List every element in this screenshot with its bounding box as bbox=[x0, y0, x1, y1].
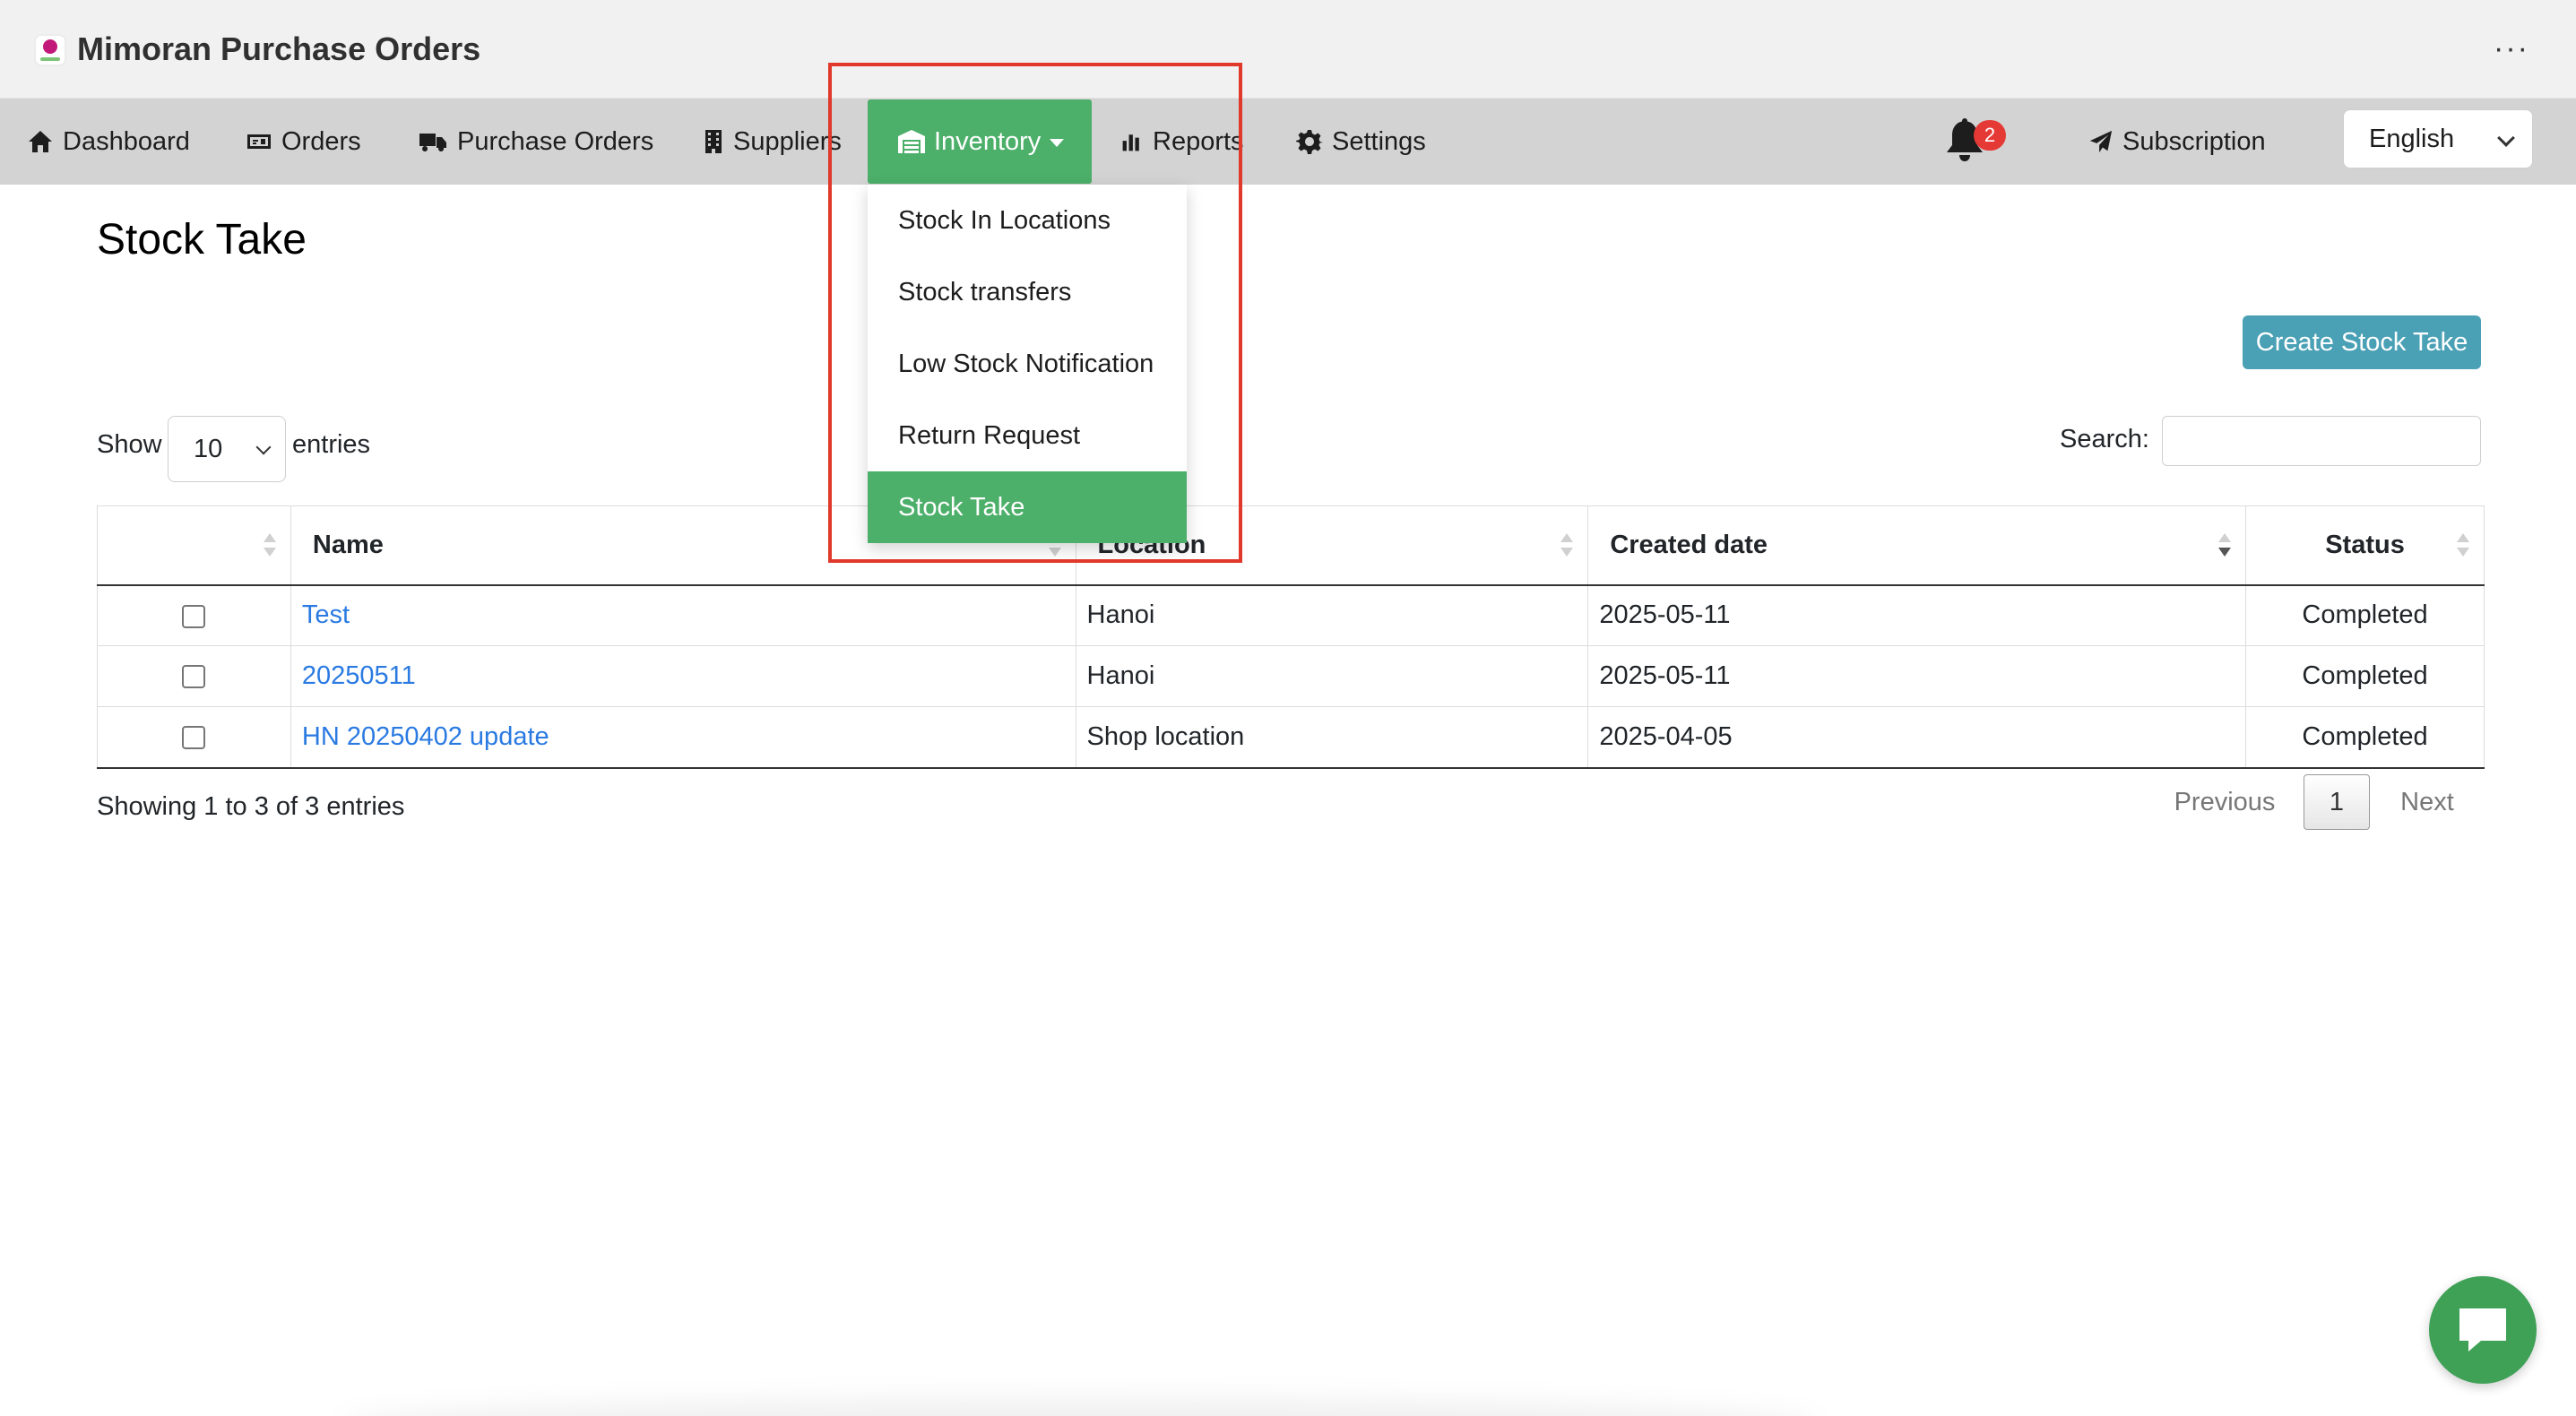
page-length-select[interactable]: 10 bbox=[168, 416, 286, 482]
table-row: 20250511 Hanoi 2025-05-11 Completed bbox=[97, 645, 2485, 707]
app-title: Mimoran Purchase Orders bbox=[77, 30, 481, 67]
stock-take-link[interactable]: 20250511 bbox=[302, 661, 416, 690]
app-logo bbox=[34, 34, 66, 66]
table-info: Showing 1 to 3 of 3 entries bbox=[97, 792, 405, 821]
menu-item-stock-transfers[interactable]: Stock transfers bbox=[868, 256, 1187, 328]
name-cell: 20250511 bbox=[290, 645, 1076, 707]
stock-take-link[interactable]: Test bbox=[302, 600, 350, 629]
nav-settings[interactable]: Settings bbox=[1296, 99, 1426, 185]
create-stock-take-button[interactable]: Create Stock Take bbox=[2243, 315, 2481, 369]
pagination-next[interactable]: Next bbox=[2384, 774, 2470, 830]
nav-orders-label: Orders bbox=[281, 126, 361, 156]
page-title: Stock Take bbox=[97, 216, 307, 263]
nav-reports-label: Reports bbox=[1153, 126, 1244, 156]
select-column-header[interactable] bbox=[97, 505, 291, 586]
chart-bar-icon bbox=[1122, 134, 1139, 151]
nav-reports[interactable]: Reports bbox=[1120, 99, 1244, 185]
row-select-cell bbox=[97, 645, 291, 707]
caret-down-icon bbox=[1050, 138, 1065, 147]
nav-suppliers[interactable]: Suppliers bbox=[703, 99, 842, 185]
status-cell: Completed bbox=[2245, 584, 2485, 646]
stock-take-table: Name Location Created date Status Test H… bbox=[97, 505, 2485, 769]
nav-inventory[interactable]: Inventory bbox=[868, 99, 1092, 184]
search-label: Search: bbox=[2060, 425, 2149, 453]
page-length-value: 10 bbox=[194, 434, 223, 463]
home-icon bbox=[29, 131, 52, 152]
column-header-status[interactable]: Status bbox=[2245, 505, 2485, 586]
nav-settings-label: Settings bbox=[1332, 126, 1426, 156]
name-cell: HN 20250402 update bbox=[290, 706, 1076, 769]
table-row: HN 20250402 update Shop location 2025-04… bbox=[97, 706, 2485, 769]
language-select-value: English bbox=[2369, 124, 2455, 153]
nav-suppliers-label: Suppliers bbox=[733, 126, 842, 156]
nav-inventory-label: Inventory bbox=[934, 126, 1042, 156]
menu-item-stock-in-locations[interactable]: Stock In Locations bbox=[868, 185, 1187, 256]
nav-subscription-label: Subscription bbox=[2122, 126, 2266, 156]
pagination-page-button[interactable]: 1 bbox=[2304, 774, 2370, 830]
paper-plane-icon bbox=[2089, 130, 2113, 153]
row-checkbox[interactable] bbox=[182, 665, 206, 689]
nav-purchase-orders-label: Purchase Orders bbox=[457, 126, 654, 156]
entries-label: entries bbox=[292, 430, 371, 459]
chat-widget-button[interactable] bbox=[2429, 1276, 2537, 1384]
status-cell: Completed bbox=[2245, 645, 2485, 707]
sort-icon bbox=[1560, 533, 1574, 560]
app-header: Mimoran Purchase Orders ··· bbox=[0, 0, 2576, 99]
created-date-cell: 2025-05-11 bbox=[1587, 645, 2246, 707]
nav-subscription[interactable]: Subscription bbox=[2088, 99, 2266, 185]
column-header-created-date[interactable]: Created date bbox=[1587, 505, 2246, 586]
sort-icon bbox=[263, 533, 276, 560]
nav-dashboard[interactable]: Dashboard bbox=[27, 99, 190, 185]
table-header-row: Name Location Created date Status bbox=[97, 505, 2485, 586]
sort-icon bbox=[2457, 533, 2469, 560]
bottom-shadow bbox=[341, 1398, 1820, 1416]
row-select-cell bbox=[97, 706, 291, 769]
more-options-button[interactable]: ··· bbox=[2485, 22, 2538, 75]
menu-item-return-request[interactable]: Return Request bbox=[868, 400, 1187, 471]
chevron-down-icon bbox=[2497, 129, 2515, 147]
name-cell: Test bbox=[290, 584, 1076, 646]
notification-count-badge: 2 bbox=[1974, 120, 2006, 151]
location-cell: Hanoi bbox=[1075, 584, 1588, 646]
location-cell: Hanoi bbox=[1075, 645, 1588, 707]
gear-icon bbox=[1296, 130, 1323, 154]
pagination-previous[interactable]: Previous bbox=[2162, 774, 2287, 830]
table-row: Test Hanoi 2025-05-11 Completed bbox=[97, 584, 2485, 646]
column-header-label: Status bbox=[2325, 530, 2405, 559]
column-header-label: Name bbox=[312, 530, 384, 559]
column-header-label: Created date bbox=[1610, 530, 1768, 559]
row-checkbox[interactable] bbox=[182, 726, 206, 750]
inventory-dropdown-menu: Stock In Locations Stock transfers Low S… bbox=[868, 185, 1187, 543]
row-select-cell bbox=[97, 584, 291, 646]
nav-orders[interactable]: Orders bbox=[246, 99, 361, 185]
menu-item-stock-take[interactable]: Stock Take bbox=[868, 471, 1187, 543]
status-cell: Completed bbox=[2245, 706, 2485, 769]
stock-take-link[interactable]: HN 20250402 update bbox=[302, 722, 549, 751]
nav-purchase-orders[interactable]: Purchase Orders bbox=[418, 99, 653, 185]
created-date-cell: 2025-05-11 bbox=[1587, 584, 2246, 646]
chevron-down-icon bbox=[255, 439, 272, 455]
sort-desc-icon bbox=[2218, 533, 2232, 560]
language-select[interactable]: English bbox=[2343, 109, 2533, 168]
location-cell: Shop location bbox=[1075, 706, 1588, 769]
money-bill-icon bbox=[247, 134, 271, 149]
search-input[interactable] bbox=[2162, 416, 2481, 466]
show-label: Show bbox=[97, 430, 162, 459]
menu-item-low-stock-notification[interactable]: Low Stock Notification bbox=[868, 328, 1187, 400]
created-date-cell: 2025-04-05 bbox=[1587, 706, 2246, 769]
building-icon bbox=[705, 130, 722, 153]
chat-bubble-icon bbox=[2459, 1308, 2506, 1351]
warehouse-icon bbox=[898, 130, 925, 153]
nav-dashboard-label: Dashboard bbox=[63, 126, 190, 156]
row-checkbox[interactable] bbox=[182, 604, 206, 628]
truck-icon bbox=[419, 134, 446, 151]
